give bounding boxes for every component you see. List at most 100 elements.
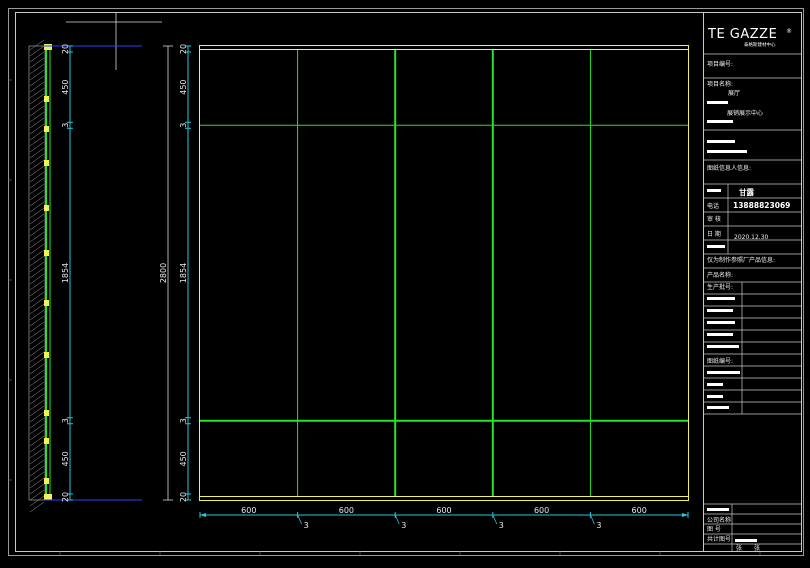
redacted-block xyxy=(707,189,721,192)
hatch-line xyxy=(29,93,45,105)
hatch-line xyxy=(29,189,45,201)
main-dim-label: 20 xyxy=(179,492,188,502)
hatch-line xyxy=(29,429,45,441)
product-name-label: 产品名称: xyxy=(707,271,733,279)
clip xyxy=(44,438,49,444)
clip xyxy=(44,96,49,102)
hatch-line xyxy=(29,231,45,243)
hatch-line xyxy=(29,501,45,513)
hatch-line xyxy=(29,465,45,477)
hatch-line xyxy=(29,477,45,489)
phone-value: 13888823069 xyxy=(733,201,790,210)
side-dim-label: 1854 xyxy=(61,263,70,283)
hatch-line xyxy=(29,69,45,81)
hatch-line xyxy=(29,63,45,75)
hatch-line xyxy=(29,135,45,147)
phone-label: 电话 xyxy=(707,202,719,210)
hatch-line xyxy=(29,159,45,171)
hatch-line xyxy=(29,267,45,279)
hatch-line xyxy=(29,279,45,291)
total-sheets-label: 共计图号 xyxy=(707,535,731,543)
side-section-view xyxy=(28,39,142,513)
title-block: TE GAZZE ® 泰格斯建材中心 项目编号: 项目名称: 展厅 展销展示中心… xyxy=(703,12,802,552)
hatch-line xyxy=(29,249,45,261)
gap-label: 3 xyxy=(499,521,504,530)
hatch-line xyxy=(29,207,45,219)
construction-lines xyxy=(66,12,162,70)
hatch-line xyxy=(29,495,45,507)
registered-mark-icon: ® xyxy=(786,28,792,35)
hatch-line xyxy=(29,369,45,381)
hatch-line xyxy=(29,339,45,351)
hatch-line xyxy=(29,237,45,249)
company-logo: TE GAZZE xyxy=(707,27,777,42)
drawing-number-label: 图 号 xyxy=(707,526,721,533)
hatch-line xyxy=(29,99,45,111)
gap-label: 3 xyxy=(304,521,309,530)
total-height-label: 2800 xyxy=(159,263,168,283)
review-label: 审 核 xyxy=(707,215,721,223)
main-dimension-chain: 20 450 3 1854 3 450 20 xyxy=(179,44,191,502)
product-code-label: 生产批号: xyxy=(707,283,733,291)
hatch-line xyxy=(29,483,45,495)
hatch-line xyxy=(29,327,45,339)
hatch-line xyxy=(29,201,45,213)
width-label: 600 xyxy=(632,506,647,515)
wall-hatching xyxy=(29,39,45,513)
hatch-line xyxy=(29,273,45,285)
side-dim-label: 3 xyxy=(61,418,70,423)
drawing-svg: 20 450 3 1854 3 450 20 20 450 3 1854 3 450 20 2800 6… xyxy=(8,8,804,556)
hatch-line xyxy=(29,447,45,459)
hatch-line xyxy=(29,453,45,465)
clip xyxy=(44,250,49,256)
redacted-rows xyxy=(707,297,739,348)
main-dim-label: 3 xyxy=(179,123,188,128)
hatch-line xyxy=(29,417,45,429)
hatch-line xyxy=(29,315,45,327)
project-no-label: 项目编号: xyxy=(707,60,733,68)
hatch-line xyxy=(29,129,45,141)
clip xyxy=(44,205,49,211)
hatch-line xyxy=(29,243,45,255)
hatch-line xyxy=(29,345,45,357)
main-dim-label: 450 xyxy=(179,451,188,466)
redacted-block xyxy=(707,101,728,104)
hatch-line xyxy=(29,213,45,225)
width-label: 600 xyxy=(241,506,256,515)
gap-label: 3 xyxy=(596,521,601,530)
hatch-line xyxy=(29,393,45,405)
clip xyxy=(44,478,49,484)
hatch-line xyxy=(29,165,45,177)
hatch-line xyxy=(29,183,45,195)
clip xyxy=(44,300,49,306)
hatch-line xyxy=(29,399,45,411)
clip xyxy=(44,410,49,416)
hatch-line xyxy=(29,291,45,303)
hatch-line xyxy=(29,387,45,399)
hatch-line xyxy=(29,117,45,129)
hatch-line xyxy=(29,225,45,237)
hatch-line xyxy=(29,471,45,483)
redacted-block xyxy=(707,120,733,123)
main-dim-label: 1854 xyxy=(179,263,188,283)
hatch-line xyxy=(29,39,45,51)
hatch-line xyxy=(29,285,45,297)
product-info-label: 仅为制作参照厂产品信息: xyxy=(707,256,775,264)
hatch-line xyxy=(29,147,45,159)
hatch-line xyxy=(29,435,45,447)
width-label: 600 xyxy=(534,506,549,515)
hatch-line xyxy=(29,45,45,57)
hatch-line xyxy=(29,195,45,207)
hatch-line xyxy=(29,309,45,321)
hatch-line xyxy=(29,411,45,423)
side-dim-label: 450 xyxy=(61,451,70,466)
hatch-line xyxy=(29,351,45,363)
hatch-line xyxy=(29,333,45,345)
width-label: 600 xyxy=(436,506,451,515)
hatch-line xyxy=(29,51,45,63)
clip xyxy=(44,126,49,132)
hatch-line xyxy=(29,321,45,333)
drawing-no-label: 图纸编号: xyxy=(707,357,733,365)
clip xyxy=(44,352,49,358)
drawing-info-label: 图纸信息人信息: xyxy=(707,164,751,172)
